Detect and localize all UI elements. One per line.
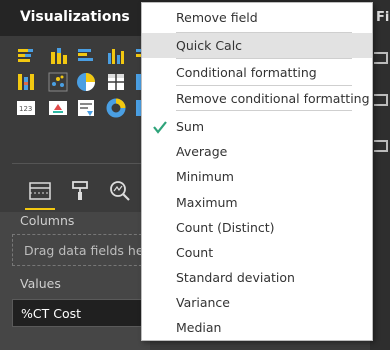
- menu-item-quick-calc[interactable]: Quick Calc: [142, 33, 372, 58]
- ribbon-chart-icon[interactable]: [16, 72, 36, 92]
- menu-separator: [176, 110, 352, 111]
- pane-edge-glyph: [374, 140, 388, 152]
- pane-edge-glyph: [374, 52, 388, 64]
- divider: [12, 163, 144, 164]
- menu-item-sum[interactable]: Sum: [142, 114, 372, 139]
- field-context-menu: Remove field Quick Calc Conditional form…: [141, 2, 373, 341]
- svg-text:123: 123: [19, 105, 32, 113]
- values-field-pill[interactable]: %CT Cost: [12, 299, 147, 327]
- menu-item-variance[interactable]: Variance: [142, 290, 372, 315]
- format-tab[interactable]: [65, 176, 95, 206]
- menu-item-maximum[interactable]: Maximum: [142, 190, 372, 215]
- table-icon[interactable]: [106, 72, 126, 92]
- analytics-tab[interactable]: [105, 176, 135, 206]
- menu-item-remove-field[interactable]: Remove field: [142, 5, 372, 30]
- fields-pane-label: Fi: [376, 10, 390, 25]
- stacked-bar-chart-icon[interactable]: [16, 46, 36, 66]
- menu-item-count[interactable]: Count: [142, 240, 372, 265]
- menu-item-median[interactable]: Median: [142, 315, 372, 340]
- columns-dropzone[interactable]: Drag data fields here: [12, 234, 147, 266]
- menu-item-count-distinct[interactable]: Count (Distinct): [142, 215, 372, 240]
- paint-roller-icon: [72, 181, 88, 200]
- kpi-icon[interactable]: [48, 98, 68, 118]
- pie-chart-icon[interactable]: [76, 72, 96, 92]
- values-label: Values: [20, 276, 61, 291]
- columns-label: Columns: [20, 213, 75, 228]
- menu-item-conditional-formatting[interactable]: Conditional formatting: [142, 60, 372, 85]
- pane-tabs: [0, 172, 150, 212]
- menu-separator: [176, 58, 352, 59]
- scatter-chart-icon[interactable]: [48, 72, 68, 92]
- pane-title: Visualizations: [20, 9, 130, 25]
- fields-pane-edge[interactable]: Fi: [370, 0, 390, 350]
- analytics-magnifier-icon: [110, 181, 130, 201]
- pane-edge-glyph: [374, 94, 388, 106]
- menu-item-remove-conditional-formatting[interactable]: Remove conditional formatting: [142, 86, 372, 111]
- stacked-column-chart-icon[interactable]: [48, 46, 68, 66]
- donut-chart-icon[interactable]: [106, 98, 126, 118]
- card-icon[interactable]: 123: [16, 98, 36, 118]
- menu-item-average[interactable]: Average: [142, 139, 372, 164]
- active-tab-indicator: [25, 208, 55, 210]
- menu-item-minimum[interactable]: Minimum: [142, 164, 372, 189]
- clustered-column-chart-icon[interactable]: [106, 46, 126, 66]
- slicer-icon[interactable]: [76, 98, 96, 118]
- fields-tab[interactable]: [25, 176, 55, 206]
- menu-item-standard-deviation[interactable]: Standard deviation: [142, 265, 372, 290]
- clustered-bar-chart-icon[interactable]: [76, 46, 96, 66]
